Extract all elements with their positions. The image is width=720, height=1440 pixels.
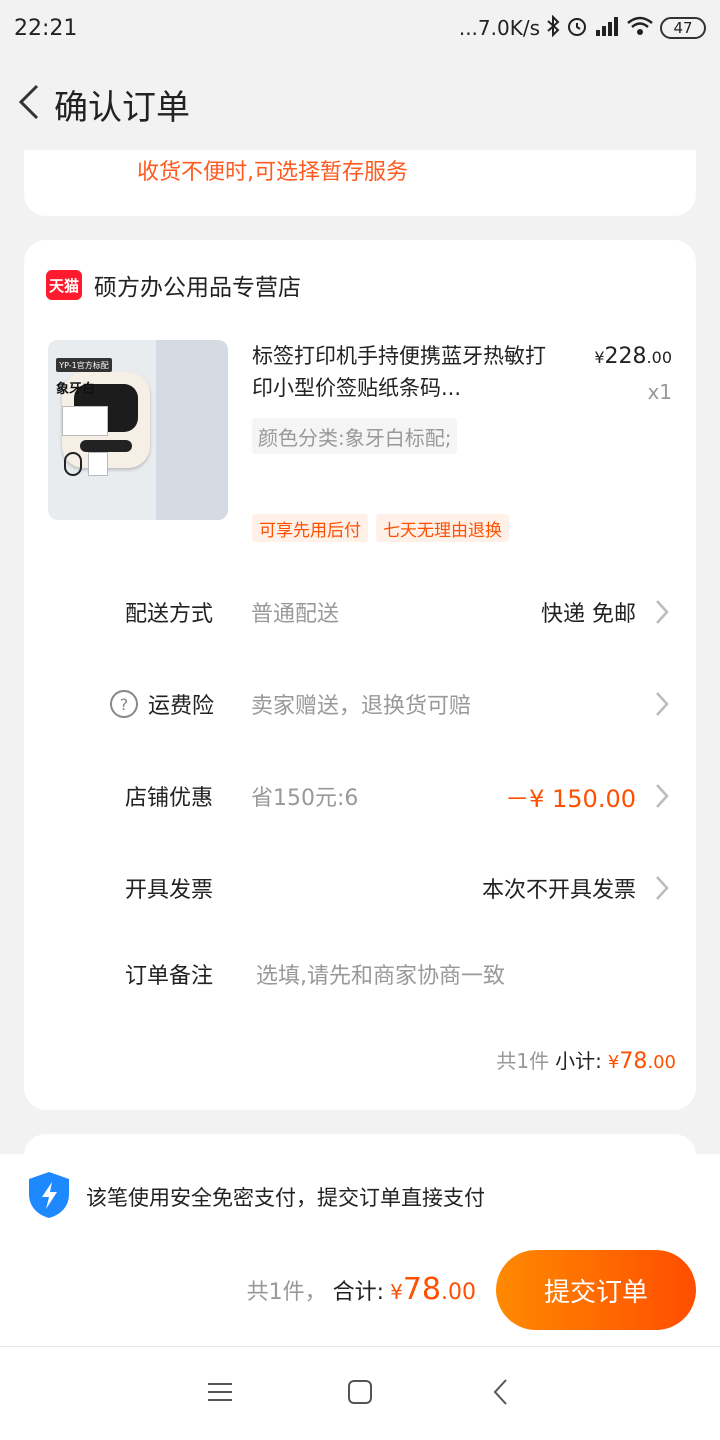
subtotal: 共1件 小计: ¥78.00 bbox=[496, 1045, 676, 1074]
tag-pay-later: 可享先用后付 bbox=[252, 514, 368, 542]
alarm-icon bbox=[566, 15, 588, 42]
product-spec[interactable]: 颜色分类:象牙白标配; bbox=[252, 418, 458, 454]
total-price: ¥78.00 bbox=[390, 1272, 476, 1307]
total-label: 合计: bbox=[332, 1280, 385, 1305]
delivery-label: 配送方式 bbox=[125, 602, 214, 627]
insurance-row[interactable]: ? 运费险 卖家赠送，退换货可赔 bbox=[24, 674, 696, 734]
bluetooth-icon bbox=[546, 14, 560, 42]
insurance-label: 运费险 bbox=[148, 694, 215, 719]
checkout-bar: 该笔使用安全免密支付，提交订单直接支付 共1件， 合计: ¥78.00 提交订单 bbox=[0, 1154, 720, 1346]
status-time: 22:21 bbox=[14, 15, 78, 41]
page-title: 确认订单 bbox=[54, 87, 190, 128]
secure-pay-notice: 该笔使用安全免密支付，提交订单直接支付 bbox=[26, 1170, 485, 1224]
insurance-value: 卖家赠送，退换货可赔 bbox=[251, 694, 472, 719]
invoice-row[interactable]: 开具发票 本次不开具发票 bbox=[24, 858, 696, 918]
back-arrow-icon bbox=[492, 1378, 508, 1410]
back-button[interactable] bbox=[4, 74, 54, 134]
order-card: 天猫 硕方办公用品专营店 YP-1官方标配 象牙白 标签打印机手持便携蓝牙热敏打… bbox=[24, 240, 696, 1110]
status-icons: ...7.0K/s 47 bbox=[458, 14, 706, 42]
discount-row[interactable]: 店铺优惠 省150元:6 －¥ 150.00 bbox=[24, 766, 696, 826]
battery-icon: 47 bbox=[660, 17, 706, 39]
discount-value: 省150元:6 bbox=[251, 786, 359, 811]
submit-order-button[interactable]: 提交订单 bbox=[496, 1250, 696, 1330]
system-navigation bbox=[0, 1346, 720, 1440]
question-icon[interactable]: ? bbox=[110, 690, 138, 718]
product-quantity: x1 bbox=[647, 380, 672, 404]
subtotal-count: 共1件 bbox=[496, 1049, 550, 1073]
product-price: ¥228.00 bbox=[594, 344, 672, 369]
invoice-value: 本次不开具发票 bbox=[481, 878, 636, 903]
tmall-badge-icon: 天猫 bbox=[46, 270, 82, 300]
secure-pay-text: 该笔使用安全免密支付，提交订单直接支付 bbox=[86, 1186, 485, 1210]
wifi-icon bbox=[626, 16, 654, 41]
order-total: 共1件， 合计: ¥78.00 bbox=[247, 1272, 476, 1307]
tag-seven-day-return: 七天无理由退换 bbox=[376, 514, 509, 542]
product-tags: 可享先用后付 七天无理由退换 bbox=[252, 514, 509, 542]
header: 确认订单 bbox=[0, 56, 720, 152]
home-icon bbox=[347, 1379, 373, 1409]
remark-input[interactable]: 选填,请先和商家协商一致 bbox=[256, 958, 505, 990]
image-color-label: 象牙白 bbox=[56, 382, 96, 397]
total-count: 共1件， bbox=[246, 1280, 327, 1305]
shop-name[interactable]: 硕方办公用品专营店 bbox=[94, 268, 301, 302]
remark-row: 订单备注 选填,请先和商家协商一致 bbox=[24, 944, 696, 1004]
delivery-right: 快递 免邮 bbox=[541, 602, 636, 627]
subtotal-price: ¥78.00 bbox=[607, 1049, 676, 1074]
image-tag: YP-1官方标配 bbox=[56, 358, 112, 372]
delivery-value: 普通配送 bbox=[251, 602, 340, 627]
chevron-right-icon bbox=[654, 873, 670, 903]
address-card[interactable]: 收货不便时,可选择暂存服务 bbox=[24, 150, 696, 216]
invoice-label: 开具发票 bbox=[125, 878, 214, 903]
chevron-left-icon bbox=[17, 82, 41, 126]
system-back-button[interactable] bbox=[470, 1364, 530, 1424]
storage-notice[interactable]: 收货不便时,可选择暂存服务 bbox=[137, 154, 408, 186]
chevron-right-icon bbox=[654, 597, 670, 627]
status-bar: 22:21 ...7.0K/s 47 bbox=[0, 0, 720, 56]
shield-icon bbox=[26, 1170, 72, 1224]
remark-label: 订单备注 bbox=[125, 964, 214, 989]
menu-icon bbox=[207, 1381, 233, 1407]
network-speed: ...7.0K/s bbox=[458, 16, 540, 40]
menu-button[interactable] bbox=[190, 1364, 250, 1424]
discount-amount: －¥ 150.00 bbox=[505, 784, 636, 813]
chevron-right-icon bbox=[654, 781, 670, 811]
signal-icon bbox=[594, 16, 620, 41]
shop-header[interactable]: 天猫 硕方办公用品专营店 bbox=[46, 268, 301, 302]
subtotal-label: 小计: bbox=[555, 1049, 602, 1073]
home-button[interactable] bbox=[330, 1364, 390, 1424]
discount-label: 店铺优惠 bbox=[125, 786, 214, 811]
product-image[interactable]: YP-1官方标配 象牙白 bbox=[48, 340, 228, 520]
product-title[interactable]: 标签打印机手持便携蓝牙热敏打印小型价签贴纸条码... bbox=[252, 340, 552, 404]
delivery-row[interactable]: 配送方式 普通配送 快递 免邮 bbox=[24, 582, 696, 642]
chevron-right-icon bbox=[654, 689, 670, 719]
